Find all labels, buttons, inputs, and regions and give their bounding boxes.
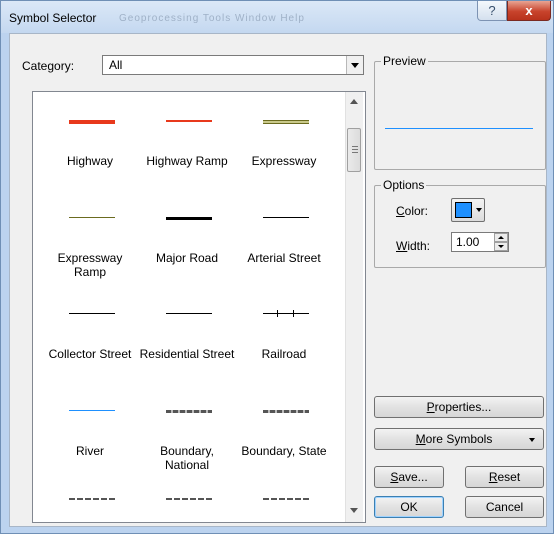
spin-up-arrow-icon[interactable] — [494, 233, 508, 242]
reset-button[interactable]: Reset — [465, 466, 544, 488]
symbol-item[interactable] — [42, 114, 138, 198]
category-value: All — [109, 58, 123, 72]
category-label: Category: — [22, 59, 75, 73]
symbol-item[interactable] — [139, 114, 235, 198]
symbol-selector-dialog: Symbol Selector Geoprocessing Tools Wind… — [0, 0, 554, 534]
color-picker-button[interactable] — [451, 198, 485, 222]
window-title: Symbol Selector — [9, 11, 97, 25]
properties-button[interactable]: Properties... — [374, 396, 544, 418]
color-label: Color: — [396, 204, 429, 218]
preview-line — [385, 128, 533, 129]
symbol-list[interactable]: Highway Highway Ramp Expressway Expressway … — [32, 91, 366, 523]
symbol-item[interactable] — [139, 211, 235, 295]
width-label: Width: — [396, 239, 431, 253]
scroll-thumb[interactable] — [347, 128, 361, 172]
close-button[interactable]: x — [507, 1, 551, 21]
more-symbols-button[interactable]: More Symbols — [374, 428, 544, 450]
preview-group: Preview — [374, 54, 546, 170]
save-button[interactable]: Save... — [374, 466, 444, 488]
ok-button[interactable]: OK — [374, 496, 444, 518]
symbol-item[interactable] — [236, 404, 332, 488]
preview-legend: Preview — [383, 54, 426, 68]
symbol-item[interactable] — [42, 307, 138, 391]
symbol-line-preview — [166, 498, 212, 500]
symbol-list-scrollbar[interactable] — [345, 92, 363, 522]
symbol-item[interactable] — [42, 211, 138, 295]
chevron-down-icon — [529, 438, 535, 442]
symbol-item[interactable] — [139, 404, 235, 488]
width-spinner[interactable]: 1.00 — [451, 232, 509, 252]
width-value: 1.00 — [456, 235, 480, 249]
background-window-menu-ghost: Geoprocessing Tools Window Help — [119, 13, 305, 24]
symbol-item[interactable] — [236, 307, 332, 391]
symbol-item[interactable] — [139, 307, 235, 391]
symbol-line-preview — [69, 498, 115, 500]
chevron-down-icon — [476, 208, 482, 212]
dialog-client-area: Category: All Highway Highway Ramp Express… — [9, 33, 547, 527]
help-button[interactable]: ? — [477, 1, 507, 21]
title-bar[interactable]: Symbol Selector Geoprocessing Tools Wind… — [1, 1, 553, 33]
symbol-item[interactable] — [236, 114, 332, 198]
color-swatch — [455, 202, 472, 218]
symbol-item[interactable] — [236, 211, 332, 295]
symbol-item[interactable] — [42, 404, 138, 488]
chevron-down-icon[interactable] — [346, 56, 363, 74]
category-dropdown[interactable]: All — [102, 55, 364, 75]
symbol-line-preview — [263, 498, 309, 500]
options-legend: Options — [383, 178, 425, 192]
options-group: Options — [374, 178, 546, 268]
spin-down-arrow-icon[interactable] — [494, 242, 508, 251]
scroll-up-arrow-icon[interactable] — [350, 99, 358, 104]
cancel-button[interactable]: Cancel — [465, 496, 544, 518]
scroll-down-arrow-icon[interactable] — [350, 508, 358, 513]
